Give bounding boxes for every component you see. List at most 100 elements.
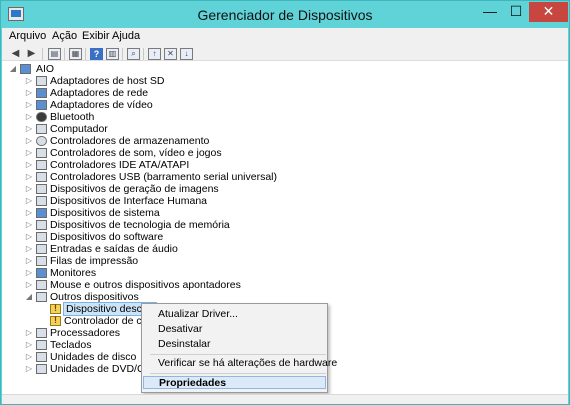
tree-category[interactable]: ▷ Adaptadores de host SD xyxy=(2,75,568,87)
expander-icon[interactable]: ▷ xyxy=(24,231,34,243)
tree-category[interactable]: ▷ Entradas e saídas de áudio xyxy=(2,243,568,255)
expander-icon[interactable]: ▷ xyxy=(24,159,34,171)
tree-category[interactable]: ▷ Dispositivos do software xyxy=(2,231,568,243)
tree-category[interactable]: ▷ Controladores de som, vídeo e jogos xyxy=(2,147,568,159)
close-button[interactable]: ✕ xyxy=(529,2,568,22)
category-label: Dispositivos de Interface Humana xyxy=(50,195,207,207)
imaging-device-icon xyxy=(36,184,47,194)
tree-root[interactable]: ◢ AIO xyxy=(2,63,568,75)
toolbar-separator xyxy=(85,48,86,60)
category-label: Mouse e outros dispositivos apontadores xyxy=(50,279,241,291)
tree-category[interactable]: ▷ Dispositivos de Interface Humana xyxy=(2,195,568,207)
root-expander[interactable]: ◢ xyxy=(8,63,18,75)
category-label: Filas de impressão xyxy=(50,255,139,267)
properties-view-icon[interactable]: ▤ xyxy=(48,48,61,60)
tree-category[interactable]: ▷ Controladores IDE ATA/ATAPI xyxy=(2,159,568,171)
storage-controller-icon xyxy=(36,136,47,146)
warning-device-icon xyxy=(50,315,61,326)
maximize-button[interactable]: ☐ xyxy=(503,2,529,22)
tree-category[interactable]: ▷ Dispositivos de geração de imagens xyxy=(2,183,568,195)
expander-icon[interactable]: ▷ xyxy=(24,351,34,363)
menu-acao[interactable]: Ação xyxy=(52,30,77,42)
expander-icon[interactable]: ▷ xyxy=(24,327,34,339)
expander-icon[interactable]: ▷ xyxy=(24,147,34,159)
category-label: Dispositivos de geração de imagens xyxy=(50,183,219,195)
sound-icon xyxy=(36,148,47,158)
forward-icon[interactable]: ▶ xyxy=(25,48,38,60)
category-label: Adaptadores de rede xyxy=(50,87,149,99)
menu-propriedades[interactable]: Propriedades xyxy=(143,376,326,389)
menu-desinstalar[interactable]: Desinstalar xyxy=(143,338,326,351)
menu-verificar-alteracoes[interactable]: Verificar se há alterações de hardware xyxy=(143,357,337,370)
details-icon[interactable]: ▥ xyxy=(106,48,119,60)
expander-icon[interactable]: ▷ xyxy=(24,267,34,279)
show-hidden-icon[interactable]: ▦ xyxy=(69,48,82,60)
expander-icon[interactable]: ▷ xyxy=(24,75,34,87)
expander-icon[interactable]: ▷ xyxy=(24,363,34,375)
expander-icon[interactable]: ▷ xyxy=(24,219,34,231)
system-device-icon xyxy=(36,208,47,218)
help-icon[interactable]: ? xyxy=(90,48,103,60)
tree-category[interactable]: ▷ Controladores USB (barramento serial u… xyxy=(2,171,568,183)
tree-category-expanded[interactable]: ◢ Outros dispositivos xyxy=(2,291,568,303)
tree-category[interactable]: ▷ Bluetooth xyxy=(2,111,568,123)
expander-icon[interactable]: ▷ xyxy=(24,243,34,255)
toolbar-separator xyxy=(42,48,43,60)
tree-category[interactable]: ▷ Controladores de armazenamento xyxy=(2,135,568,147)
uninstall-icon[interactable]: ✕ xyxy=(164,48,177,60)
menu-desativar[interactable]: Desativar xyxy=(143,323,326,336)
menu-ajuda[interactable]: Ajuda xyxy=(112,30,140,42)
tree-category[interactable]: ▷ Computador xyxy=(2,123,568,135)
minimize-button[interactable]: — xyxy=(477,2,503,22)
category-label: Outros dispositivos xyxy=(50,291,139,303)
expander-icon[interactable]: ▷ xyxy=(24,111,34,123)
menu-arquivo[interactable]: Arquivo xyxy=(9,30,46,42)
menu-atualizar-driver[interactable]: Atualizar Driver... xyxy=(143,308,326,321)
update-driver-icon[interactable]: ↑ xyxy=(148,48,161,60)
tree-category[interactable]: ▷ Filas de impressão xyxy=(2,255,568,267)
tree-category[interactable]: ▷ Dispositivos de sistema xyxy=(2,207,568,219)
tree-category[interactable]: ▷ Mouse e outros dispositivos apontadore… xyxy=(2,279,568,291)
disable-icon[interactable]: ↓ xyxy=(180,48,193,60)
expander-icon[interactable]: ▷ xyxy=(24,123,34,135)
network-adapter-icon xyxy=(36,88,47,98)
context-menu: Atualizar Driver... Desativar Desinstala… xyxy=(141,303,337,393)
expander-icon[interactable]: ▷ xyxy=(24,183,34,195)
expander-icon[interactable]: ▷ xyxy=(24,339,34,351)
expander-icon[interactable]: ▷ xyxy=(24,87,34,99)
menu-exibir[interactable]: Exibir xyxy=(82,30,110,42)
bluetooth-icon xyxy=(36,112,47,122)
memory-tech-icon xyxy=(36,220,47,230)
expander-icon[interactable]: ▷ xyxy=(24,207,34,219)
computer-icon xyxy=(36,124,47,134)
category-label: Adaptadores de host SD xyxy=(50,75,165,87)
usb-icon xyxy=(36,172,47,182)
expander-icon[interactable]: ▷ xyxy=(24,279,34,291)
audio-io-icon xyxy=(36,244,47,254)
tree-category[interactable]: ▷ Adaptadores de vídeo xyxy=(2,99,568,111)
expander-icon[interactable]: ▷ xyxy=(24,195,34,207)
tree-category[interactable]: ▷ Adaptadores de rede xyxy=(2,87,568,99)
tree-category[interactable]: ▷ Monitores xyxy=(2,267,568,279)
disk-drive-icon xyxy=(36,352,47,362)
back-icon[interactable]: ◀ xyxy=(9,48,22,60)
tree-category[interactable]: ▷ Dispositivos de tecnologia de memória xyxy=(2,219,568,231)
expander-icon[interactable]: ◢ xyxy=(24,291,34,303)
print-queue-icon xyxy=(36,256,47,266)
toolbar: ◀ ▶ ▤ ▦ ? ▥ ⌕ ↑ ✕ ↓ xyxy=(2,47,568,60)
title-bar[interactable]: Gerenciador de Dispositivos — ☐ ✕ xyxy=(1,1,569,28)
expander-icon[interactable]: ▷ xyxy=(24,99,34,111)
status-bar xyxy=(2,394,568,404)
scan-hardware-icon[interactable]: ⌕ xyxy=(127,48,140,60)
expander-icon[interactable]: ▷ xyxy=(24,171,34,183)
mouse-icon xyxy=(36,280,47,290)
category-label: Controladores USB (barramento serial uni… xyxy=(50,171,278,183)
menu-bar: Arquivo Ação Exibir Ajuda xyxy=(2,28,568,47)
menu-separator xyxy=(150,373,326,374)
expander-icon[interactable]: ▷ xyxy=(24,135,34,147)
root-label: AIO xyxy=(36,63,55,75)
warning-device-icon xyxy=(50,303,61,314)
category-label: Controladores de armazenamento xyxy=(50,135,210,147)
toolbar-separator xyxy=(122,48,123,60)
expander-icon[interactable]: ▷ xyxy=(24,255,34,267)
